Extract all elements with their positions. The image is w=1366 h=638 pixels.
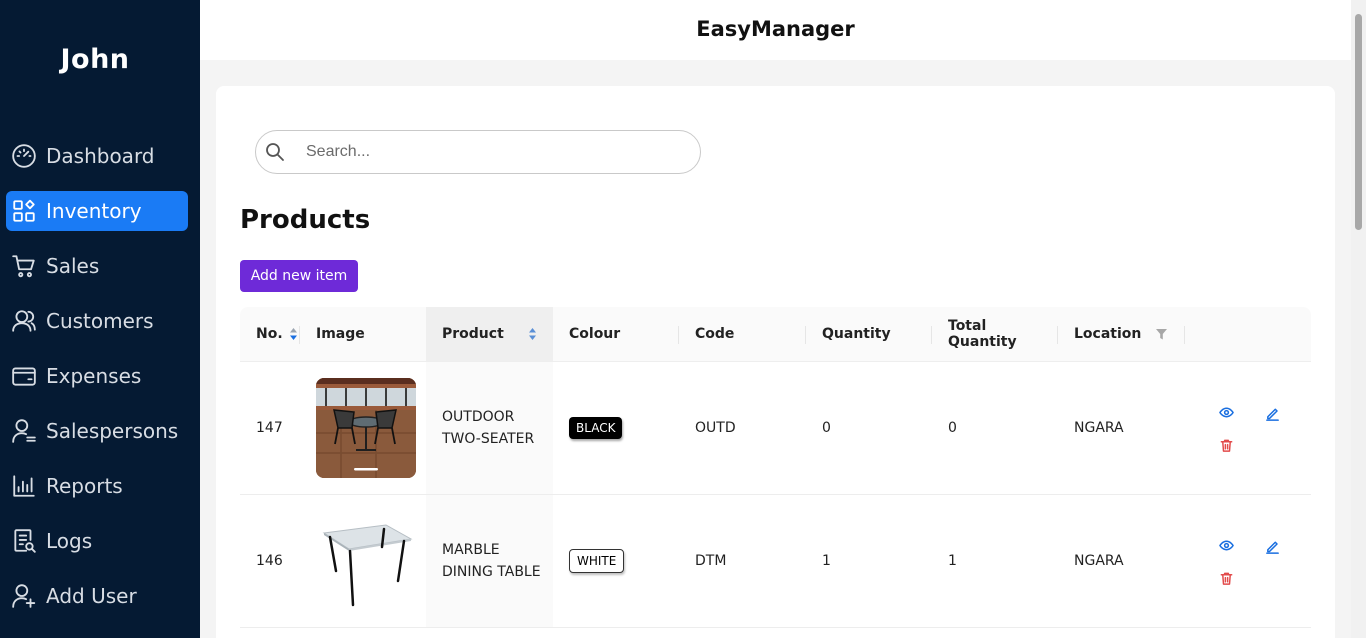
cell-product: OUTDOOR TWO-SEATER [426, 362, 553, 494]
add-new-item-button[interactable]: Add new item [240, 260, 358, 292]
column-header-actions [1185, 307, 1311, 361]
bar-chart-icon [11, 473, 37, 499]
user-plus-icon [11, 583, 37, 609]
marble-dining-table-photo[interactable] [316, 511, 416, 611]
search-box[interactable] [255, 130, 701, 174]
cell-colour: BLACK [553, 362, 679, 494]
users-icon [11, 308, 37, 334]
cell-code: OUTD [695, 420, 736, 436]
sidebar-nav: Dashboard Inventory Sales Customers Expe… [6, 136, 188, 631]
wallet-icon [11, 363, 37, 389]
view-icon[interactable] [1217, 536, 1235, 554]
cell-quantity: 1 [822, 553, 831, 569]
colour-badge: WHITE [569, 549, 625, 573]
sidebar-item-label: Reports [46, 474, 123, 498]
page-title: Products [240, 205, 371, 235]
outdoor-two-seater-photo[interactable] [316, 378, 416, 478]
sidebar-item-label: Logs [46, 529, 93, 553]
top-bar: EasyManager [200, 0, 1351, 60]
gauge-icon [11, 143, 37, 169]
column-header-no[interactable]: No. [240, 307, 300, 361]
page-scrollbar[interactable] [1351, 0, 1366, 638]
cell-no: 147 [256, 420, 283, 436]
search-icon [265, 142, 285, 162]
sort-icon[interactable] [528, 327, 537, 341]
sidebar-item-dashboard[interactable]: Dashboard [6, 136, 188, 176]
sidebar-item-label: Inventory [46, 199, 142, 223]
table-header: No. Image Product Colour Code Quantity T… [240, 307, 1311, 362]
sidebar-item-logs[interactable]: Logs [6, 521, 188, 561]
products-card: Products Add new item No. Image Product … [216, 86, 1335, 638]
search-input[interactable] [306, 143, 666, 161]
app-title: EasyManager [696, 17, 855, 41]
sidebar-item-label: Salespersons [46, 419, 179, 443]
sidebar-item-label: Add User [46, 584, 137, 608]
user-gear-icon [11, 418, 37, 444]
log-file-icon [11, 528, 37, 554]
sidebar-item-expenses[interactable]: Expenses [6, 356, 188, 396]
column-header-quantity: Quantity [806, 307, 932, 361]
cell-image [300, 362, 426, 494]
cell-quantity: 0 [822, 420, 831, 436]
delete-icon[interactable] [1217, 569, 1235, 587]
table-row: 147 OUTDOOR TWO-SEATER BLACK OUTD 0 0 NG… [240, 362, 1311, 495]
cell-colour: WHITE [553, 495, 679, 627]
column-header-product[interactable]: Product [426, 307, 553, 361]
column-header-total-quantity: Total Quantity [932, 307, 1058, 361]
cell-actions [1185, 495, 1311, 628]
sidebar-item-label: Sales [46, 254, 100, 278]
column-header-code: Code [679, 307, 806, 361]
edit-icon[interactable] [1263, 537, 1281, 555]
sidebar-item-label: Customers [46, 309, 154, 333]
cell-total-quantity: 1 [948, 553, 957, 569]
cell-no: 146 [256, 553, 283, 569]
sidebar-item-salespersons[interactable]: Salespersons [6, 411, 188, 451]
cell-total-quantity: 0 [948, 420, 957, 436]
sidebar-item-inventory[interactable]: Inventory [6, 191, 188, 231]
sidebar-item-label: Expenses [46, 364, 142, 388]
column-header-colour: Colour [553, 307, 679, 361]
column-header-location[interactable]: Location [1058, 307, 1185, 361]
cart-icon [11, 253, 37, 279]
cell-location: NGARA [1074, 420, 1124, 436]
scrollbar-thumb[interactable] [1355, 14, 1362, 230]
filter-icon[interactable] [1156, 329, 1167, 340]
sidebar: John Dashboard Inventory Sales Customers [0, 0, 200, 638]
sidebar-item-label: Dashboard [46, 144, 155, 168]
cell-location: NGARA [1074, 553, 1124, 569]
sidebar-item-sales[interactable]: Sales [6, 246, 188, 286]
cell-actions [1185, 362, 1311, 495]
sidebar-item-reports[interactable]: Reports [6, 466, 188, 506]
column-header-image: Image [316, 326, 365, 342]
cell-code: DTM [695, 553, 727, 569]
delete-icon[interactable] [1217, 436, 1235, 454]
products-table: No. Image Product Colour Code Quantity T… [240, 307, 1311, 628]
sidebar-item-add-user[interactable]: Add User [6, 576, 188, 616]
cell-image [300, 495, 426, 627]
colour-badge: BLACK [569, 417, 623, 439]
sidebar-item-customers[interactable]: Customers [6, 301, 188, 341]
cell-product: MARBLE DINING TABLE [426, 495, 553, 627]
view-icon[interactable] [1217, 403, 1235, 421]
table-row: 146 MARBLE DINING TABLE WHITE DTM 1 1 NG… [240, 495, 1311, 628]
grid-icon [11, 198, 37, 224]
sort-icon[interactable] [289, 327, 298, 341]
user-name: John [60, 44, 130, 75]
edit-icon[interactable] [1263, 404, 1281, 422]
